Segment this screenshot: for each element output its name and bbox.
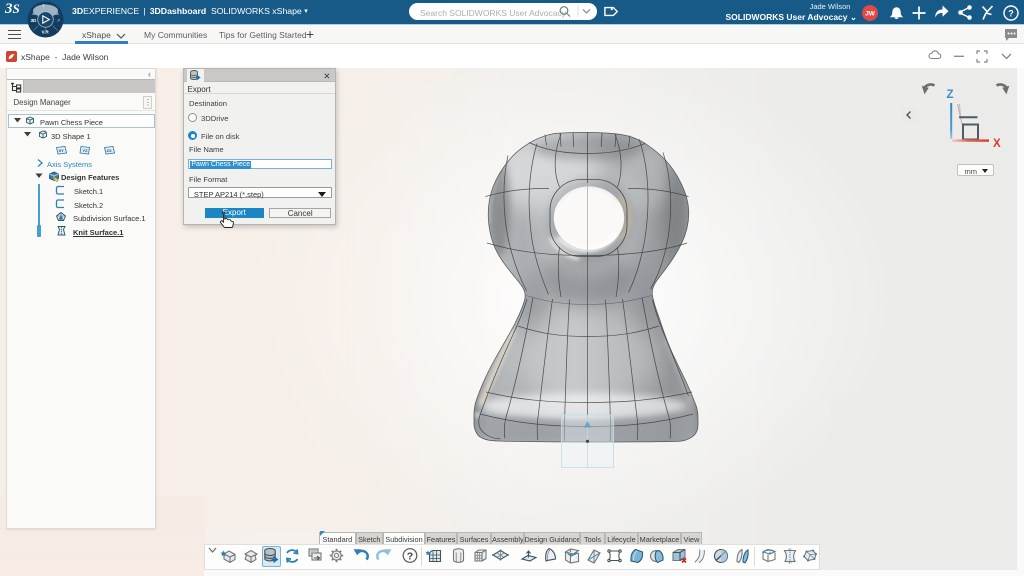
svg-text:YZ: YZ (83, 148, 89, 153)
svg-text:XY: XY (59, 148, 65, 153)
svg-text:Z: Z (946, 89, 953, 101)
svg-text:?: ? (407, 551, 413, 563)
svg-text:JW: JW (865, 11, 876, 18)
svg-text:3D: 3D (31, 18, 38, 23)
svg-text:?: ? (1008, 8, 1014, 18)
svg-text:X: X (993, 138, 1001, 150)
svg-text:ZX: ZX (107, 148, 112, 153)
svg-text:↗: ↗ (57, 18, 61, 23)
